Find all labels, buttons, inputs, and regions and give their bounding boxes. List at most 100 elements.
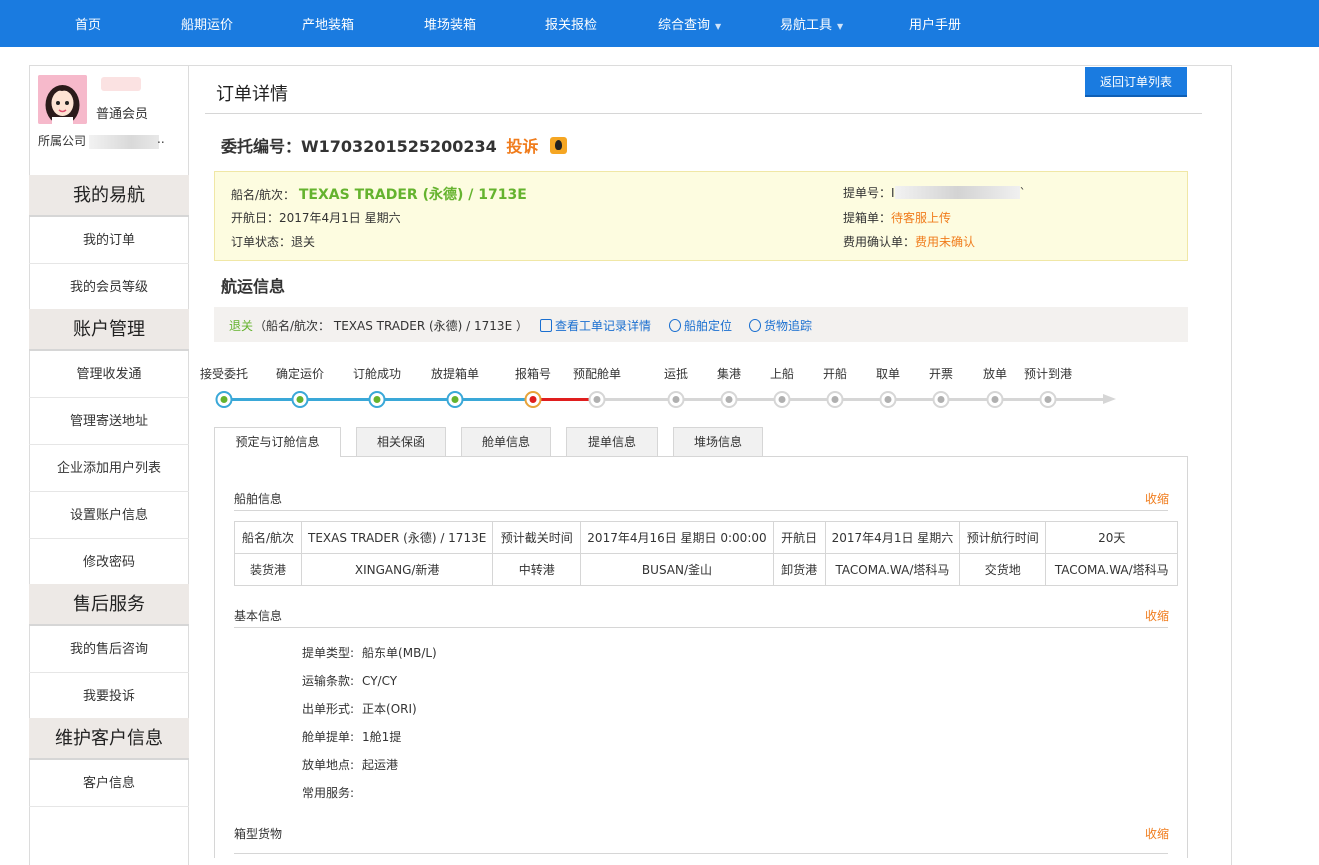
section-my-yihang: 我的易航 xyxy=(29,175,189,217)
member-level: 普通会员 xyxy=(96,107,149,122)
globe-icon xyxy=(749,319,761,332)
table-cell: XINGANG/新港 xyxy=(300,553,494,586)
tab-guarantee[interactable]: 相关保函 xyxy=(356,427,446,456)
cargo-track-label: 货物追踪 xyxy=(764,319,813,333)
bl-number: 提单号：I ` xyxy=(843,184,1026,201)
sidebar-item-company-users[interactable]: 企业添加用户列表 xyxy=(29,445,189,492)
vessel-table: 船名/航次 TEXAS TRADER (永德) / 1713E 预计截关时间 2… xyxy=(234,521,1179,586)
progress-step-label: 运抵 xyxy=(663,367,689,381)
field-value: 正本(ORI) xyxy=(362,702,417,716)
complain-link[interactable]: 投诉 xyxy=(506,137,538,156)
tab-underline xyxy=(341,456,1188,457)
divider xyxy=(205,113,1202,114)
sidebar-item-consult[interactable]: 我的售后咨询 xyxy=(29,626,189,673)
order-status: 订单状态：退关 xyxy=(231,235,316,249)
sidebar-item-complaint[interactable]: 我要投诉 xyxy=(29,673,189,720)
vessel-locate-link[interactable]: 船舶定位 xyxy=(669,317,732,334)
nav-query[interactable]: 综合查询 ▼ xyxy=(658,0,721,47)
table-cell: 中转港 xyxy=(492,553,582,586)
progress-step-dot xyxy=(1039,391,1057,408)
progress-step-label: 开票 xyxy=(928,367,954,381)
tab-bill-of-lading[interactable]: 提单信息 xyxy=(566,427,658,456)
progress-step-dot xyxy=(986,391,1004,408)
progress-step-label: 接受委托 xyxy=(199,367,249,381)
field-value: 1舱1提 xyxy=(362,730,402,744)
chevron-down-icon: ▼ xyxy=(715,22,722,31)
progress-track-segment xyxy=(377,398,455,401)
nav-tools[interactable]: 易航工具 ▼ xyxy=(780,0,843,47)
sidebar-item-member-level[interactable]: 我的会员等级 xyxy=(29,264,189,311)
cargo-track-link[interactable]: 货物追踪 xyxy=(749,317,812,334)
page-title: 订单详情 xyxy=(216,84,288,105)
progress-step-dot xyxy=(932,391,950,408)
qq-icon[interactable] xyxy=(549,137,567,154)
sidebar-item-account-settings[interactable]: 设置账户信息 xyxy=(29,492,189,539)
progress-step-label: 取单 xyxy=(875,367,901,381)
shipping-status: 退关 xyxy=(229,319,254,333)
field-transport-terms: 运输条款: CY/CY xyxy=(302,672,397,689)
bl-tail: ` xyxy=(1019,186,1026,200)
field-value: CY/CY xyxy=(362,674,398,688)
company-name-blurred xyxy=(89,135,159,149)
sidebar-item-customer-info[interactable]: 客户信息 xyxy=(29,760,189,807)
sail-date: 开航日：2017年4月1日 星期六 xyxy=(231,211,401,225)
shipping-status-bar: 退关 （船名/航次： TEXAS TRADER (永德) / 1713E ） 查… xyxy=(214,307,1188,342)
sidebar-item-contacts[interactable]: 管理收发通 xyxy=(29,351,189,398)
order-number: 委托编号：W1703201525200234 投诉 xyxy=(221,133,567,157)
basic-collapse-link[interactable]: 收缩 xyxy=(1145,607,1169,624)
progress-step-dot xyxy=(720,391,738,408)
bl-doc-value: 待客服上传 xyxy=(891,211,952,225)
sidebar-item-my-orders[interactable]: 我的订单 xyxy=(29,217,189,264)
company-label: 所属公司 xyxy=(38,134,87,148)
nav-manual[interactable]: 用户手册 xyxy=(909,0,961,47)
vessel-locate-label: 船舶定位 xyxy=(684,319,733,333)
tab-booking[interactable]: 预定与订舱信息 xyxy=(214,427,341,457)
sidebar-item-addresses[interactable]: 管理寄送地址 xyxy=(29,398,189,445)
field-label: 出单形式: xyxy=(302,702,355,716)
tab-yard[interactable]: 堆场信息 xyxy=(673,427,763,456)
vessel-value: TEXAS TRADER (永德) / 1713E xyxy=(298,187,527,203)
progress-step-label: 放提箱单 xyxy=(430,367,480,381)
progress-track-segment xyxy=(300,398,377,401)
field-label: 常用服务: xyxy=(302,786,355,800)
nav-origin-loading[interactable]: 产地装箱 xyxy=(302,0,354,47)
worklog-label: 查看工单记录详情 xyxy=(555,319,652,333)
shipping-title: 航运信息 xyxy=(221,277,286,296)
progress-step-dot xyxy=(368,391,386,408)
progress-step-label: 开船 xyxy=(822,367,848,381)
nav-yard-loading[interactable]: 堆场装箱 xyxy=(424,0,476,47)
document-icon xyxy=(540,319,552,332)
order-number-text: 委托编号：W1703201525200234 xyxy=(221,137,497,156)
nav-tools-label: 易航工具 xyxy=(780,18,833,33)
table-cell: 预计航行时间 xyxy=(959,521,1047,554)
nav-customs[interactable]: 报关报检 xyxy=(545,0,597,47)
nav-home[interactable]: 首页 xyxy=(75,0,101,47)
section-after-sales: 售后服务 xyxy=(29,584,189,626)
table-cell: 预计截关时间 xyxy=(492,521,582,554)
progress-step-label: 预计到港 xyxy=(1023,367,1073,381)
table-cell: TACOMA.WA/塔科马 xyxy=(1045,553,1179,586)
progress-step-label: 订舱成功 xyxy=(352,367,402,381)
field-common-services: 常用服务: xyxy=(302,784,362,801)
field-label: 运输条款: xyxy=(302,674,355,688)
sidebar-item-change-password[interactable]: 修改密码 xyxy=(29,539,189,586)
fee-confirm: 费用确认单：费用未确认 xyxy=(843,233,975,250)
table-cell: 卸货港 xyxy=(772,553,826,586)
progress-step-label: 放单 xyxy=(982,367,1008,381)
progress-step-dot xyxy=(588,391,606,408)
table-cell: 开航日 xyxy=(772,521,826,554)
tab-manifest[interactable]: 舱单信息 xyxy=(461,427,551,456)
cargo-collapse-link[interactable]: 收缩 xyxy=(1145,825,1169,842)
table-cell: 交货地 xyxy=(959,553,1047,586)
field-bl-type: 提单类型: 船东单(MB/L) xyxy=(302,644,437,661)
crosshair-icon xyxy=(669,319,681,332)
worklog-link[interactable]: 查看工单记录详情 xyxy=(540,317,651,334)
nav-schedule-rates[interactable]: 船期运价 xyxy=(181,0,233,47)
basic-section-title: 基本信息 xyxy=(234,609,283,623)
vessel-collapse-link[interactable]: 收缩 xyxy=(1145,490,1169,507)
back-to-orders-button[interactable]: 返回订单列表 xyxy=(1085,67,1187,97)
sidebar: 普通会员 所属公司 .. 我的易航 我的订单 我的会员等级 账户管理 管理收发通… xyxy=(29,65,189,865)
divider xyxy=(234,853,1168,854)
table-cell: 2017年4月16日 星期日 0:00:00 xyxy=(580,521,774,554)
section-account: 账户管理 xyxy=(29,309,189,351)
